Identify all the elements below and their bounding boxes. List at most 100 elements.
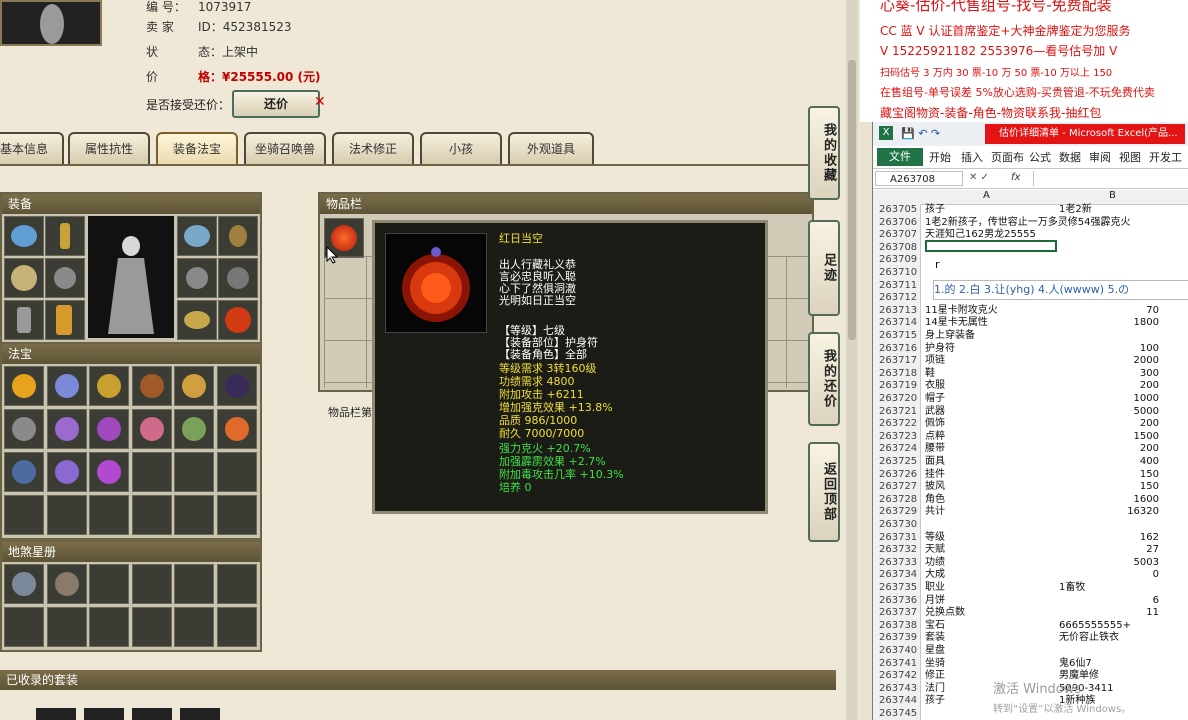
row-number[interactable]: 263735 — [873, 582, 921, 595]
table-row[interactable]: 263721 武器 5000 — [873, 405, 1188, 419]
page-scrollbar[interactable] — [846, 0, 858, 720]
cell-b[interactable]: 11 — [1059, 607, 1159, 620]
cell-b[interactable]: 1畜牧 — [1059, 582, 1085, 595]
row-number[interactable]: 263723 — [873, 430, 921, 444]
cell-b[interactable]: 200 — [1059, 380, 1159, 393]
equip-slot[interactable] — [45, 300, 85, 340]
item-slot[interactable] — [46, 452, 87, 492]
item-slot[interactable] — [131, 452, 172, 492]
row-number[interactable]: 263716 — [873, 342, 921, 356]
row-number[interactable]: 263710 — [873, 267, 921, 280]
item-slot[interactable] — [46, 366, 87, 406]
row-number[interactable]: 263743 — [873, 682, 921, 696]
row-number[interactable]: 263745 — [873, 708, 921, 720]
row-number[interactable]: 263709 — [873, 254, 921, 267]
tab-basic-info[interactable]: 基本信息 — [0, 132, 64, 164]
tab-attributes[interactable]: 属性抗性 — [68, 132, 150, 164]
cell-b[interactable]: 162 — [1059, 532, 1159, 545]
item-slot[interactable] — [174, 366, 214, 406]
cell-a[interactable]: 11星卡附攻克火 — [925, 305, 998, 318]
cell-a[interactable]: 坐骑 — [925, 658, 945, 671]
cell-b[interactable]: 1500 — [1059, 431, 1159, 444]
formula-input[interactable] — [1033, 171, 1188, 186]
cell-b[interactable]: 6665555555+ — [1059, 620, 1131, 633]
table-row[interactable]: 263737 兑换点数 11 — [873, 607, 1188, 620]
cell-b[interactable]: 0 — [1059, 569, 1159, 582]
cell-a[interactable]: 宝石 — [925, 620, 945, 633]
cell-a[interactable]: 大成 — [925, 569, 945, 582]
table-row[interactable]: 263736 月饼 6 — [873, 594, 1188, 608]
column-b[interactable]: B — [1109, 190, 1116, 201]
cell-a[interactable]: 1老2新孩子，传世容止一万多灵修54强霹克火 — [925, 217, 1130, 230]
tab-spells[interactable]: 法术修正 — [332, 132, 414, 164]
equip-slot[interactable] — [218, 258, 258, 298]
close-icon[interactable]: ✕ — [314, 94, 326, 110]
cell-a[interactable]: 角色 — [925, 494, 945, 507]
item-slot[interactable] — [89, 366, 129, 406]
table-row[interactable]: 263709 — [873, 254, 1188, 267]
equip-slot[interactable] — [4, 258, 44, 298]
cell-b[interactable]: 150 — [1059, 469, 1159, 482]
suit-thumb[interactable] — [180, 708, 220, 720]
table-row[interactable]: 263719 衣服 200 — [873, 380, 1188, 393]
cell-b[interactable]: 1800 — [1059, 317, 1159, 330]
table-row[interactable]: 263714 14星卡无属性 1800 — [873, 317, 1188, 330]
equip-slot[interactable] — [4, 300, 44, 340]
tab-view[interactable]: 视图 — [1119, 149, 1141, 165]
cell-a[interactable]: 功绩 — [925, 557, 945, 570]
cell-a[interactable]: 衣服 — [925, 380, 945, 393]
cell-b[interactable]: 300 — [1059, 368, 1159, 381]
cell-a[interactable]: 孩子 — [925, 204, 945, 217]
row-number[interactable]: 263720 — [873, 393, 921, 406]
equip-slot[interactable] — [45, 258, 85, 298]
equip-slot[interactable] — [177, 300, 217, 340]
ime-candidates[interactable]: 1.的 2.白 3.让(yhg) 4.人(wwww) 5.の — [933, 280, 1188, 300]
equip-slot[interactable] — [177, 258, 217, 298]
item-slot[interactable] — [216, 452, 257, 492]
item-slot[interactable] — [216, 409, 257, 449]
item-slot[interactable] — [216, 495, 257, 535]
row-number[interactable]: 263732 — [873, 544, 921, 557]
cell-b[interactable]: 1老2新 — [1059, 204, 1092, 217]
cell-a[interactable]: 月饼 — [925, 595, 945, 608]
table-row[interactable]: 263723 点粹 1500 — [873, 430, 1188, 444]
fx-icon[interactable]: fx — [1011, 172, 1020, 183]
row-number[interactable]: 263738 — [873, 619, 921, 633]
cell-b[interactable]: 150 — [1059, 481, 1159, 494]
row-number[interactable]: 263711 — [873, 279, 921, 293]
table-row[interactable]: 263716 护身符 100 — [873, 342, 1188, 356]
cell-b[interactable]: 鬼6仙7 — [1059, 658, 1092, 671]
cell-a[interactable]: 身上穿装备 — [925, 330, 975, 343]
cell-a[interactable]: 职业 — [925, 582, 945, 595]
row-number[interactable]: 263731 — [873, 531, 921, 545]
cell-b[interactable]: 5003 — [1059, 557, 1159, 570]
item-slot[interactable] — [131, 366, 172, 406]
cell-b[interactable]: 200 — [1059, 418, 1159, 431]
table-row[interactable]: 263731 等级 162 — [873, 531, 1188, 545]
tab-formulas[interactable]: 公式 — [1029, 149, 1051, 165]
my-offers-button[interactable]: 我的还价 — [808, 332, 840, 426]
table-row[interactable]: 263727 披风 150 — [873, 481, 1188, 494]
item-slot[interactable] — [174, 564, 214, 604]
cell-b[interactable]: 27 — [1059, 544, 1159, 557]
table-row[interactable]: 263713 11星卡附攻克火 70 — [873, 304, 1188, 318]
tab-mounts[interactable]: 坐骑召唤兽 — [244, 132, 326, 164]
cell-a[interactable]: 等级 — [925, 532, 945, 545]
equip-slot[interactable] — [177, 216, 217, 256]
item-slot[interactable] — [174, 495, 214, 535]
cell-b[interactable]: 6 — [1059, 595, 1159, 608]
cell-b[interactable]: 100 — [1059, 343, 1159, 356]
row-number[interactable]: 263724 — [873, 443, 921, 456]
table-row[interactable]: 263717 项链 2000 — [873, 355, 1188, 368]
row-number[interactable]: 263733 — [873, 556, 921, 570]
suit-thumb[interactable] — [132, 708, 172, 720]
table-row[interactable]: 263706 1老2新孩子，传世容止一万多灵修54强霹克火 — [873, 216, 1188, 230]
row-number[interactable]: 263708 — [873, 241, 921, 255]
row-number[interactable]: 263727 — [873, 481, 921, 494]
tab-page-layout[interactable]: 页面布 — [991, 149, 1024, 165]
row-number[interactable]: 263725 — [873, 456, 921, 469]
cell-a[interactable]: 14星卡无属性 — [925, 317, 988, 330]
cell-a[interactable]: 兑换点数 — [925, 607, 965, 620]
cell-a[interactable]: 修正 — [925, 670, 945, 683]
table-row[interactable]: 263705 孩子 1老2新 — [873, 204, 1188, 217]
